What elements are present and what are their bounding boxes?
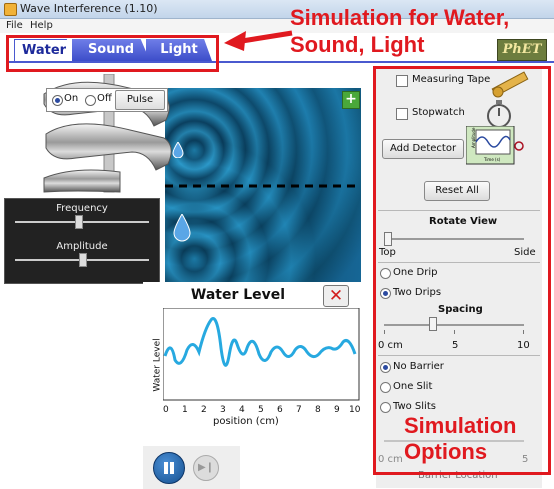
x-tick-0: 0 (163, 405, 169, 414)
annotation-tabs-line2: Sound, Light (290, 32, 425, 57)
amplitude-label: Amplitude (56, 241, 108, 252)
app-icon (4, 3, 17, 16)
menu-help[interactable]: Help (30, 20, 53, 31)
amplitude-slider-thumb[interactable] (79, 253, 87, 267)
annotation-options: Simulation Options (404, 413, 516, 465)
on-label: On (64, 93, 79, 104)
x-tick-3: 3 (220, 405, 226, 414)
wave-pattern (165, 88, 361, 282)
window-title: Wave Interference (1.10) (20, 2, 158, 15)
x-tick-6: 6 (277, 405, 283, 414)
x-tick-10: 10 (349, 405, 361, 414)
callout-arrow-icon (224, 30, 293, 51)
x-tick-1: 1 (182, 405, 188, 414)
source-toggle-panel: On Off Pulse (46, 88, 168, 112)
tabs-highlight-box (6, 35, 219, 72)
off-radio[interactable] (85, 95, 96, 106)
x-tick-8: 8 (315, 405, 321, 414)
annotation-tabs-line1: Simulation for Water, (290, 5, 510, 30)
x-tick-9: 9 (334, 405, 340, 414)
simulation-area: + On Off Pulse Frequency Amplitude Water… (0, 66, 372, 489)
frequency-label: Frequency (56, 203, 108, 214)
frequency-slider-thumb[interactable] (75, 215, 83, 229)
water-drop-small-icon (172, 142, 184, 158)
source-control-panel: Frequency Amplitude (4, 198, 160, 284)
graph-title: Water Level (190, 287, 286, 303)
annotation-options-line1: Simulation (404, 413, 517, 438)
annotation-options-line2: Options (404, 439, 488, 464)
graph-x-label: position (cm) (213, 416, 279, 427)
graph-plot: 0 1 2 3 4 5 6 7 8 9 10 (163, 308, 361, 414)
water-drop-icon (173, 214, 191, 242)
pause-icon[interactable] (153, 452, 185, 484)
on-radio[interactable] (52, 95, 63, 106)
close-x-icon[interactable]: ✕ (323, 285, 349, 307)
x-tick-4: 4 (239, 405, 245, 414)
x-tick-7: 7 (296, 405, 302, 414)
graph-y-label: Water Level (152, 338, 163, 392)
pulse-button[interactable]: Pulse (115, 90, 165, 110)
playback-controls: ▶❙ (143, 446, 240, 489)
x-tick-2: 2 (201, 405, 207, 414)
menu-file[interactable]: File (6, 20, 23, 31)
water-level-graph: Water Level ✕ Water Level 0 1 2 3 4 5 6 … (143, 282, 368, 432)
zoom-plus-icon[interactable]: + (342, 91, 360, 109)
annotation-tabs: Simulation for Water, Sound, Light (290, 4, 509, 58)
wave-tank[interactable] (165, 88, 361, 282)
x-tick-5: 5 (258, 405, 264, 414)
step-icon[interactable]: ▶❙ (193, 455, 219, 481)
off-label: Off (97, 93, 112, 104)
